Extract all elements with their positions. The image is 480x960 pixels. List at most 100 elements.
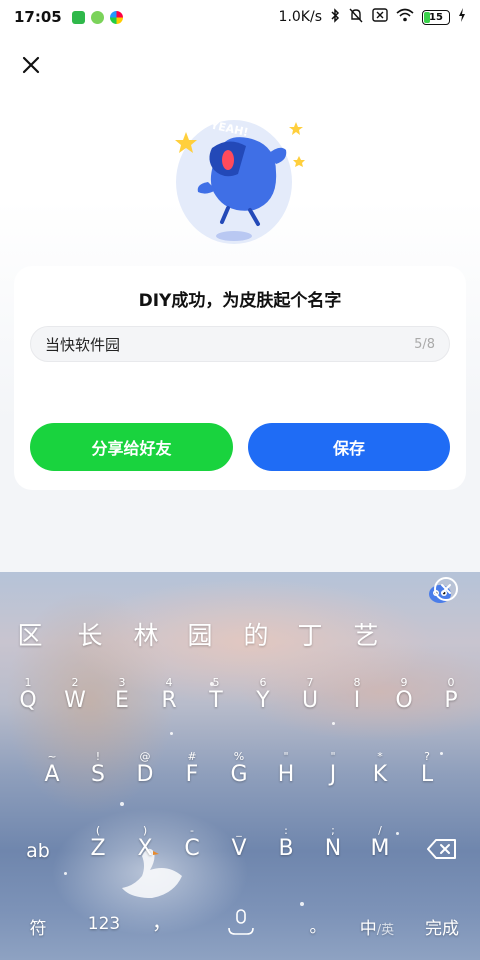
key-y[interactable]: 6Y	[241, 676, 285, 726]
snowflake-decoration	[64, 872, 67, 875]
charging-icon	[458, 8, 466, 26]
key-s[interactable]: ! S	[76, 750, 120, 800]
candidate-word[interactable]: 的	[236, 616, 276, 652]
key-letter: T	[209, 688, 223, 713]
key-h[interactable]: " H	[264, 750, 308, 800]
key-g[interactable]: % G	[217, 750, 261, 800]
language-english: /英	[376, 923, 395, 938]
key-letter: S	[91, 762, 105, 787]
key-letter: E	[115, 688, 129, 713]
ab-key[interactable]: ab	[16, 840, 60, 862]
close-icon	[22, 56, 40, 74]
key-r[interactable]: 4R	[147, 676, 191, 726]
key-letter: K	[372, 762, 388, 787]
wifi-icon	[396, 8, 414, 26]
candidate-word[interactable]: 园	[180, 616, 220, 652]
key-a[interactable]: ~ A	[30, 750, 74, 800]
key-letter: D	[136, 762, 154, 787]
wechat-icon	[90, 10, 104, 24]
key-letter: X	[137, 836, 153, 861]
done-key[interactable]: 完成	[416, 914, 468, 939]
number-key[interactable]: 123	[82, 914, 126, 934]
candidate-word[interactable]: 丁	[290, 616, 330, 652]
candidate-close-button[interactable]	[433, 576, 459, 602]
key-l[interactable]: ? L	[405, 750, 449, 800]
key-b[interactable]: :B	[264, 824, 308, 874]
key-letter: B	[278, 836, 294, 861]
key-letter: U	[301, 688, 319, 713]
language-chinese: 中	[359, 919, 377, 939]
key-letter: C	[184, 836, 200, 861]
key-c[interactable]: -C	[170, 824, 214, 874]
key-letter: Y	[256, 688, 270, 713]
period-key[interactable]: 。	[306, 912, 330, 937]
status-time: 17:05	[14, 8, 62, 26]
backspace-key[interactable]	[422, 838, 462, 865]
key-d[interactable]: @ D	[123, 750, 167, 800]
key-q[interactable]: 1Q	[6, 676, 50, 726]
app-notification-icon	[71, 10, 85, 24]
close-circle-icon	[434, 577, 458, 601]
key-letter: I	[353, 688, 361, 713]
comma-key[interactable]: ，	[150, 906, 174, 935]
sim-off-icon	[372, 8, 388, 26]
key-k[interactable]: * K	[358, 750, 402, 800]
key-e[interactable]: 3E	[100, 676, 144, 726]
mascot-illustration: YEAH!	[168, 110, 308, 250]
key-p[interactable]: 0P	[429, 676, 473, 726]
keyboard: 区长林园的丁艺 1 Q 2 W 3 E 4 R 5 T 6 Y 7 U 8 I 9 O 0 P ~ A! S @ D # F% G " H…	[0, 572, 480, 960]
card-title: DIY成功，为皮肤起个名字	[138, 291, 342, 311]
status-bar: 17:05 1.0K/s 15	[0, 0, 480, 34]
key-j[interactable]: " J	[311, 750, 355, 800]
key-letter: O	[395, 688, 413, 713]
notification-icons	[71, 10, 123, 24]
key-v[interactable]: _ V	[217, 824, 261, 874]
skin-name-input[interactable]: 当快软件园 5/8	[30, 326, 450, 362]
candidate-word[interactable]: 艺	[346, 616, 386, 652]
key-letter: H	[277, 762, 295, 787]
key-letter: N	[324, 836, 342, 861]
key-f[interactable]: # F	[170, 750, 214, 800]
key-letter: Z	[90, 836, 106, 861]
key-letter: V	[231, 836, 247, 861]
snowflake-decoration	[300, 902, 304, 906]
key-t[interactable]: 5T	[194, 676, 238, 726]
key-letter: J	[329, 762, 337, 787]
status-right: 1.0K/s 15	[278, 7, 466, 27]
symbol-key[interactable]: 符	[18, 914, 58, 939]
key-letter: P	[444, 688, 458, 713]
key-letter: R	[161, 688, 177, 713]
key-x[interactable]: ) X	[123, 824, 167, 874]
battery-icon: 15	[422, 9, 450, 25]
candidate-bar: 区长林园的丁艺	[0, 616, 480, 656]
save-button[interactable]: 保存	[248, 423, 450, 471]
key-o[interactable]: 9O	[382, 676, 426, 726]
key-z[interactable]: (Z	[76, 824, 120, 874]
snowflake-decoration	[120, 802, 124, 806]
language-switch-key[interactable]: 中/英	[352, 914, 402, 939]
key-letter: A	[44, 762, 60, 787]
share-to-friends-button[interactable]: 分享给好友	[30, 423, 233, 471]
key-i[interactable]: 8I	[335, 676, 379, 726]
key-w[interactable]: 2W	[53, 676, 97, 726]
key-m[interactable]: / M	[358, 824, 402, 874]
key-n[interactable]: ; N	[311, 824, 355, 874]
mute-icon	[348, 8, 364, 27]
key-letter: W	[64, 688, 86, 713]
battery-level: 15	[429, 11, 443, 23]
key-u[interactable]: 7U	[288, 676, 332, 726]
snowflake-decoration	[170, 732, 173, 735]
space-key[interactable]	[196, 906, 286, 936]
name-skin-card: DIY成功，为皮肤起个名字 当快软件园 5/8 分享给好友 保存	[14, 266, 466, 490]
app-notification-icon	[109, 10, 123, 24]
network-speed: 1.0K/s	[278, 9, 322, 25]
candidate-word[interactable]: 区	[10, 616, 50, 652]
key-letter: F	[185, 762, 199, 787]
key-letter: L	[420, 762, 434, 787]
skin-name-value[interactable]: 当快软件园	[45, 334, 414, 355]
candidate-word[interactable]: 林	[126, 616, 166, 652]
microphone-icon	[228, 909, 254, 935]
candidate-word[interactable]: 长	[70, 616, 110, 652]
bluetooth-icon	[330, 7, 340, 27]
close-button[interactable]	[18, 52, 44, 78]
